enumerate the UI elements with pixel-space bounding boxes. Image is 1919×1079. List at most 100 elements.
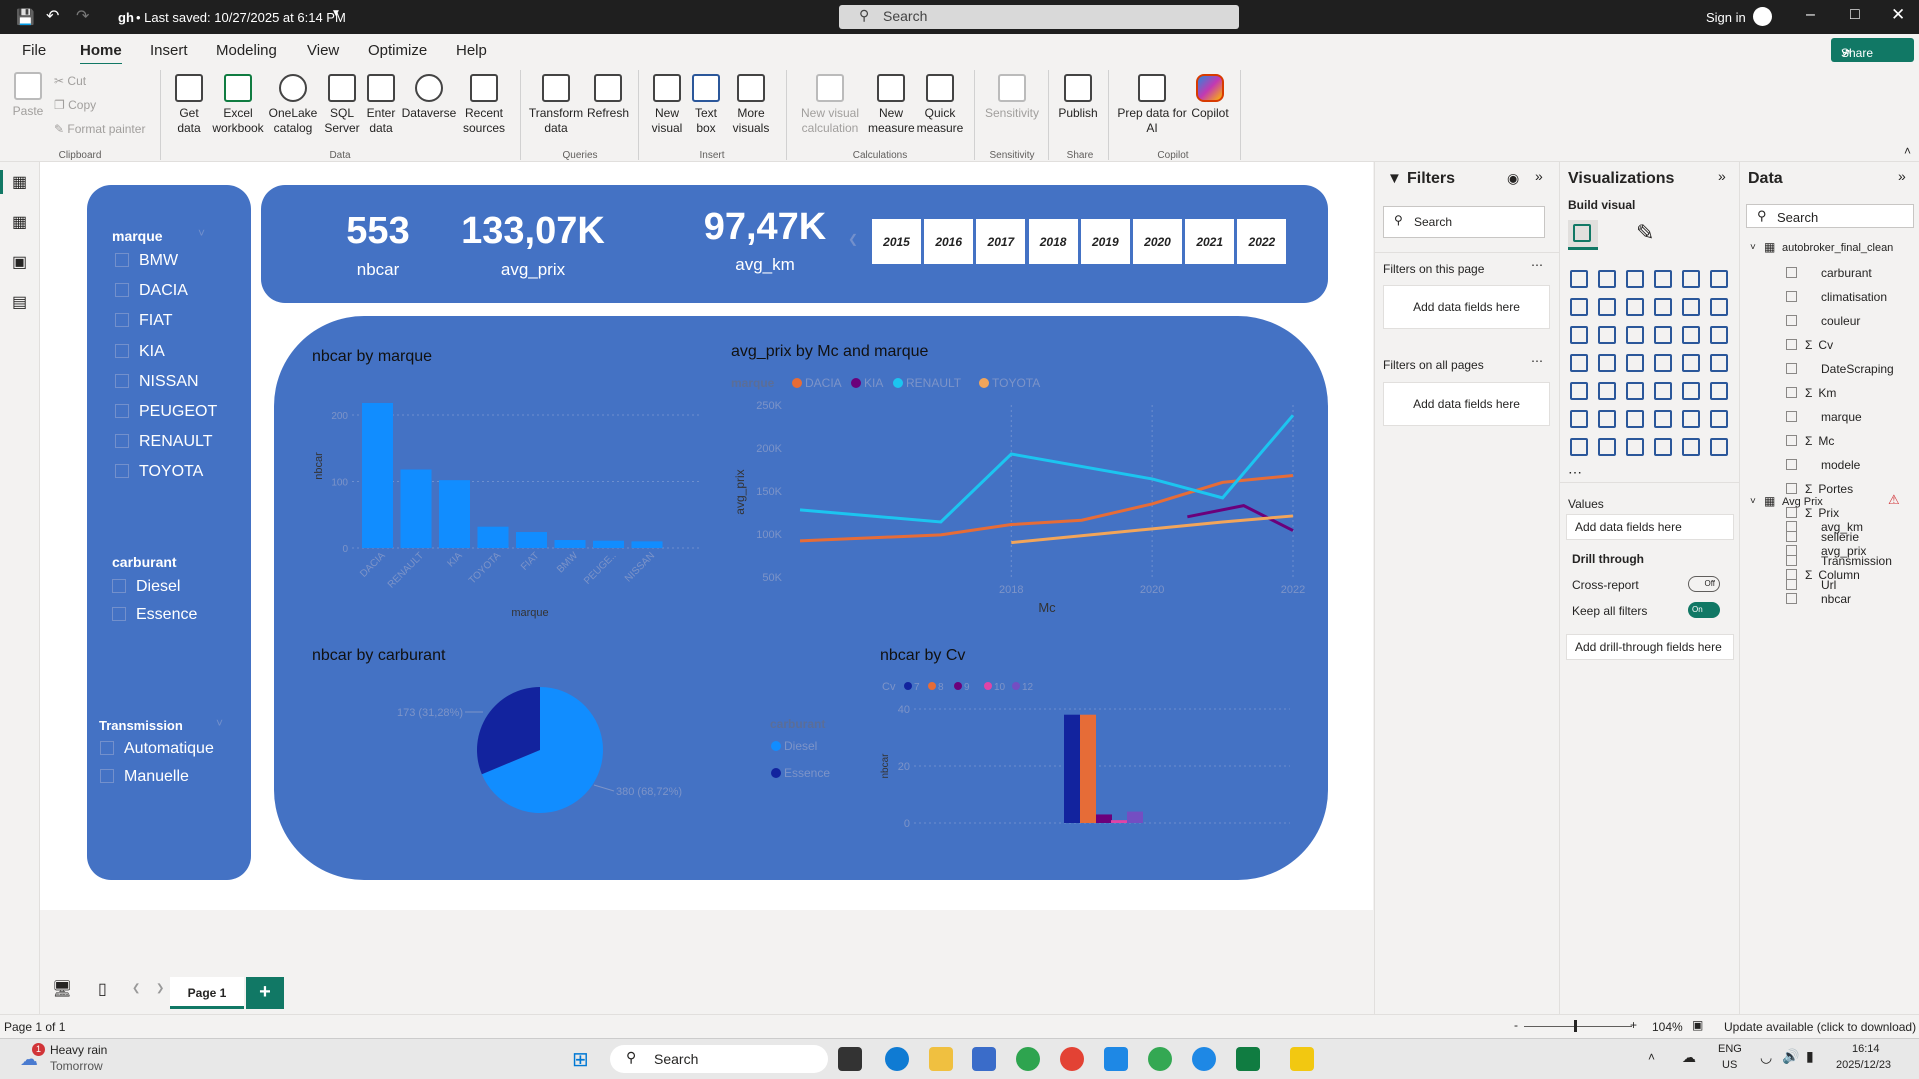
chevron-down-icon[interactable]: ˅ bbox=[1750, 242, 1756, 253]
visual-type-icon[interactable] bbox=[1654, 354, 1672, 372]
legend-label[interactable]: 12 bbox=[1022, 682, 1034, 693]
weather-text[interactable]: Heavy rain bbox=[50, 1043, 107, 1057]
checkbox[interactable] bbox=[1786, 569, 1797, 580]
start-icon[interactable]: ⊞ bbox=[572, 1047, 589, 1072]
checkbox[interactable] bbox=[1786, 291, 1797, 302]
filters-this-page-drop[interactable]: Add data fields here bbox=[1383, 285, 1550, 329]
taskbar-search-input[interactable]: ⚲ Search bbox=[610, 1045, 828, 1073]
visual-type-icon[interactable] bbox=[1682, 326, 1700, 344]
visual-type-icon[interactable] bbox=[1598, 326, 1616, 344]
checkbox[interactable] bbox=[1786, 315, 1797, 326]
field-avg_km[interactable]: avg_km bbox=[1786, 520, 1863, 534]
store-icon[interactable] bbox=[972, 1047, 996, 1071]
series-line-renault[interactable] bbox=[799, 414, 1295, 524]
visual-type-icon[interactable] bbox=[1710, 438, 1728, 456]
powerbi-taskbar-icon[interactable] bbox=[1290, 1047, 1314, 1071]
checkbox[interactable] bbox=[1786, 435, 1797, 446]
bar[interactable] bbox=[362, 402, 393, 548]
visual-type-icon[interactable] bbox=[1626, 382, 1644, 400]
more-options-icon[interactable]: ⋯ bbox=[1531, 258, 1543, 272]
visual-type-icon[interactable] bbox=[1682, 354, 1700, 372]
visual-type-icon[interactable] bbox=[1654, 298, 1672, 316]
field-climatisation[interactable]: climatisation bbox=[1786, 290, 1887, 304]
chevron-left-icon[interactable]: ❮ bbox=[132, 983, 140, 994]
checkbox[interactable] bbox=[1786, 545, 1797, 556]
task-view-icon[interactable] bbox=[838, 1047, 862, 1071]
visual-type-icon[interactable] bbox=[1626, 410, 1644, 428]
edge-icon[interactable] bbox=[885, 1047, 909, 1071]
volume-icon[interactable]: 🔊 bbox=[1782, 1048, 1799, 1065]
field-modele[interactable]: modele bbox=[1786, 458, 1860, 472]
visual-type-icon[interactable] bbox=[1570, 410, 1588, 428]
legend-label[interactable]: KIA bbox=[864, 376, 883, 390]
battery-icon[interactable]: ▮ bbox=[1806, 1048, 1814, 1065]
visual-type-icon[interactable] bbox=[1598, 298, 1616, 316]
visual-type-icon[interactable] bbox=[1626, 354, 1644, 372]
visual-type-icon[interactable] bbox=[1598, 270, 1616, 288]
visual-type-icon[interactable] bbox=[1626, 298, 1644, 316]
legend-label[interactable]: TOYOTA bbox=[992, 376, 1040, 390]
legend-label[interactable]: Essence bbox=[784, 766, 830, 780]
checkbox[interactable] bbox=[1786, 411, 1797, 422]
field-Prix[interactable]: Σ Prix bbox=[1786, 506, 1839, 520]
legend-label[interactable]: RENAULT bbox=[906, 376, 962, 390]
visual-type-icon[interactable] bbox=[1570, 270, 1588, 288]
build-visual-tab[interactable] bbox=[1568, 220, 1598, 250]
more-options-icon[interactable]: ⋯ bbox=[1568, 464, 1582, 481]
field-Portes[interactable]: Σ Portes bbox=[1786, 482, 1853, 496]
chrome-alt-icon[interactable] bbox=[1148, 1047, 1172, 1071]
visual-type-icon[interactable] bbox=[1654, 438, 1672, 456]
checkbox[interactable] bbox=[1786, 521, 1797, 532]
collapse-data-icon[interactable]: » bbox=[1898, 168, 1906, 184]
bar[interactable] bbox=[400, 469, 432, 548]
filters-all-pages-drop[interactable]: Add data fields here bbox=[1383, 382, 1550, 426]
legend-label[interactable]: 7 bbox=[914, 682, 920, 693]
field-Km[interactable]: Σ Km bbox=[1786, 386, 1836, 400]
table-avg-prix[interactable]: Avg Prix bbox=[1782, 496, 1823, 508]
field-Column[interactable]: Σ Column bbox=[1786, 568, 1860, 582]
visual-type-icon[interactable] bbox=[1570, 298, 1588, 316]
bar[interactable] bbox=[1080, 714, 1096, 823]
legend-label[interactable]: Diesel bbox=[784, 739, 817, 753]
language[interactable]: ENG bbox=[1718, 1043, 1742, 1055]
visual-type-icon[interactable] bbox=[1570, 382, 1588, 400]
visual-type-icon[interactable] bbox=[1710, 270, 1728, 288]
visual-type-icon[interactable] bbox=[1570, 354, 1588, 372]
visual-type-icon[interactable] bbox=[1626, 326, 1644, 344]
field-couleur[interactable]: couleur bbox=[1786, 314, 1860, 328]
more-options-icon[interactable]: ⋯ bbox=[1531, 354, 1543, 368]
bar[interactable] bbox=[1127, 811, 1143, 823]
bar[interactable] bbox=[1111, 820, 1127, 823]
visual-type-icon[interactable] bbox=[1570, 438, 1588, 456]
bar[interactable] bbox=[439, 480, 470, 548]
visual-type-icon[interactable] bbox=[1682, 410, 1700, 428]
visual-type-icon[interactable] bbox=[1654, 270, 1672, 288]
tab-page-1[interactable]: Page 1 bbox=[170, 977, 244, 1009]
zoom-in-icon[interactable]: + bbox=[1630, 1018, 1637, 1032]
zoom-thumb[interactable] bbox=[1574, 1020, 1577, 1032]
visual-type-icon[interactable] bbox=[1654, 410, 1672, 428]
field-avg_prix[interactable]: avg_prix bbox=[1786, 544, 1866, 558]
bar[interactable] bbox=[1096, 814, 1112, 823]
visual-type-icon[interactable] bbox=[1598, 382, 1616, 400]
checkbox[interactable] bbox=[1786, 363, 1797, 374]
bar[interactable] bbox=[1064, 714, 1080, 823]
visual-type-icon[interactable] bbox=[1682, 298, 1700, 316]
checkbox[interactable] bbox=[1786, 339, 1797, 350]
visual-type-icon[interactable] bbox=[1626, 270, 1644, 288]
chrome-icon[interactable] bbox=[1016, 1047, 1040, 1071]
zoom-slider[interactable] bbox=[1524, 1026, 1632, 1027]
series-line-toyota[interactable] bbox=[1011, 514, 1294, 545]
file-explorer-icon[interactable] bbox=[929, 1047, 953, 1071]
legend-label[interactable]: 10 bbox=[994, 682, 1006, 693]
visual-type-icon[interactable] bbox=[1682, 438, 1700, 456]
wifi-icon[interactable]: ◡ bbox=[1760, 1049, 1772, 1066]
visual-type-icon[interactable] bbox=[1710, 326, 1728, 344]
collapse-filters-icon[interactable]: » bbox=[1535, 168, 1543, 184]
field-Mc[interactable]: Σ Mc bbox=[1786, 434, 1834, 448]
chrome-profile-icon[interactable] bbox=[1060, 1047, 1084, 1071]
update-available-link[interactable]: Update available (click to download) bbox=[1724, 1020, 1916, 1034]
bar[interactable] bbox=[593, 540, 624, 548]
mobile-layout-icon[interactable]: ▯ bbox=[98, 979, 107, 999]
legend-label[interactable]: 9 bbox=[964, 682, 970, 693]
